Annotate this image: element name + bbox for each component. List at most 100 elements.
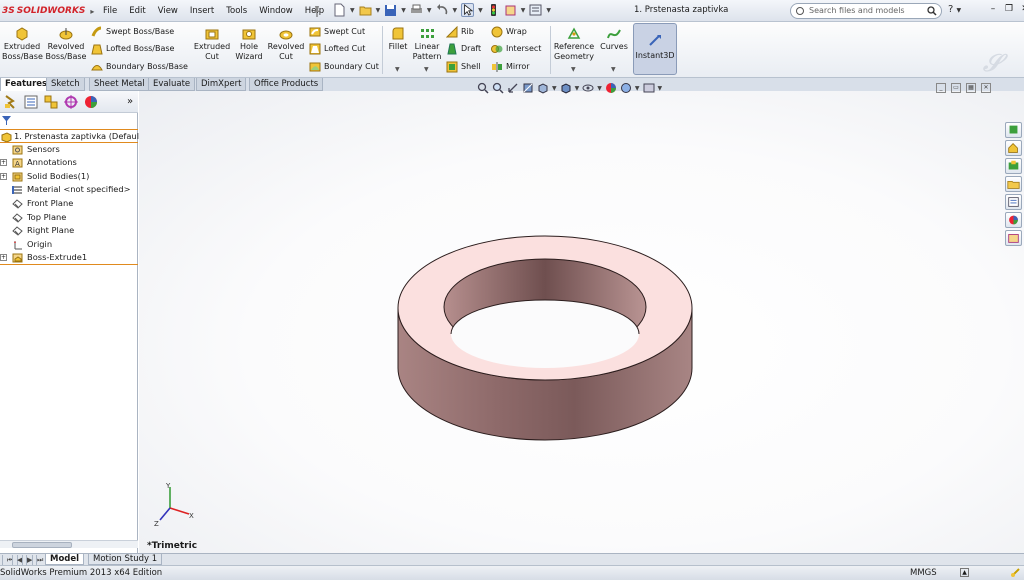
menu-view[interactable]: View [152,0,184,22]
swept-boss-button[interactable]: Swept Boss/Base [91,24,174,39]
tree-filter[interactable] [0,115,138,127]
menu-window[interactable]: Window [253,0,299,22]
viewport-close-icon[interactable]: ✕ [981,83,991,93]
restore-icon[interactable]: ❐ [1004,3,1014,15]
hole-wizard-button[interactable]: Hole Wizard [233,24,265,61]
tab-model[interactable]: Model [45,554,85,565]
units-arrow-icon[interactable]: ▲ [960,568,969,577]
menu-insert[interactable]: Insert [184,0,220,22]
menu-tools[interactable]: Tools [220,0,253,22]
new-document-icon[interactable] [333,3,346,17]
chevron-down-icon[interactable]: ▼ [552,85,557,92]
tree-item-right-plane[interactable]: Right Plane [0,224,138,238]
chevron-down-icon[interactable]: ▼ [521,7,526,14]
mirror-button[interactable]: Mirror [491,59,530,74]
print-icon[interactable] [410,3,423,17]
tab-motion-study-1[interactable]: Motion Study 1 [88,554,163,565]
menu-edit[interactable]: Edit [123,0,151,22]
chevron-down-icon[interactable]: ▼ [350,7,355,14]
property-manager-tab-icon[interactable] [23,94,39,110]
ring-model[interactable] [395,220,695,445]
logo-arrow-icon[interactable]: ▸ [90,7,94,16]
display-style-icon[interactable] [560,82,572,94]
viewport-minimize-icon[interactable]: _ [936,83,946,93]
extruded-cut-button[interactable]: Extruded Cut [192,24,232,61]
chevron-down-icon[interactable]: ▼ [401,7,406,14]
solidworks-logo[interactable]: 3S SOLIDWORKS ▸ [2,4,94,18]
options-icon[interactable] [529,3,542,17]
chevron-down-icon[interactable]: ▼ [424,66,429,73]
chevron-down-icon[interactable]: ▼ [635,85,640,92]
chevron-down-icon[interactable]: ▼ [611,66,616,73]
previous-view-icon[interactable] [507,82,519,94]
apply-scene-icon[interactable] [620,82,632,94]
swept-cut-button[interactable]: Swept Cut [309,24,365,39]
chevron-down-icon[interactable]: ▼ [478,7,483,14]
tree-item-front-plane[interactable]: Front Plane [0,197,138,211]
linear-pattern-button[interactable]: Linear Pattern [410,24,444,61]
instant3d-button[interactable]: Instant3D [633,23,677,75]
units-button[interactable]: MMGS [910,566,937,580]
dimxpert-manager-tab-icon[interactable] [63,94,79,110]
hide-show-items-icon[interactable] [582,82,594,94]
wrap-button[interactable]: Wrap [491,24,527,39]
chevron-down-icon[interactable]: ▼ [571,66,576,73]
curves-button[interactable]: Curves [598,24,630,52]
tree-root[interactable]: 1. Prstenasta zaptivka (Default< [0,129,149,143]
expand-icon[interactable]: + [0,254,7,262]
extruded-boss-button[interactable]: Extruded Boss/Base [2,24,43,61]
zoom-to-fit-icon[interactable] [477,82,489,94]
viewport-restore-icon[interactable]: ▭ [951,83,961,93]
chevron-down-icon[interactable]: ▼ [395,66,400,73]
rebuild-icon[interactable] [487,3,500,17]
draft-button[interactable]: Draft [446,41,481,56]
close-icon[interactable]: ✕ [1020,3,1024,15]
view-settings-icon[interactable] [643,82,655,94]
display-manager-tab-icon[interactable] [83,94,99,110]
view-palette-icon[interactable] [1005,194,1022,210]
tab-evaluate[interactable]: Evaluate [148,78,196,91]
revolved-cut-button[interactable]: Revolved Cut [267,24,305,61]
folder-icon[interactable] [1005,176,1022,192]
expand-icon[interactable]: + [0,159,7,167]
scrollbar-thumb[interactable] [12,542,72,548]
pin-icon[interactable] [312,5,322,17]
search-go-icon[interactable] [927,6,937,16]
tree-item-solid-bodies-1[interactable]: + Solid Bodies(1) [0,170,138,184]
save-icon[interactable] [384,3,397,17]
tree-item-annotations[interactable]: + A Annotations [0,156,138,170]
reference-geometry-button[interactable]: Reference Geometry [553,24,595,61]
chevron-down-icon[interactable]: ▼ [376,7,381,14]
chevron-down-icon[interactable]: ▼ [658,85,663,92]
view-orientation-icon[interactable] [537,82,549,94]
tab-features[interactable]: Features [0,78,53,91]
zoom-to-area-icon[interactable] [492,82,504,94]
section-view-icon[interactable] [522,82,534,94]
feature-manager-tab-icon[interactable] [3,94,19,110]
rebuild-status-icon[interactable] [1010,567,1021,578]
custom-properties-icon[interactable] [1005,230,1022,246]
design-library-icon[interactable] [1005,140,1022,156]
intersect-button[interactable]: Intersect [491,41,541,56]
search-input[interactable]: Search files and models [790,3,942,19]
tab-office-products[interactable]: Office Products [249,78,324,91]
chevron-down-icon[interactable]: ▼ [427,7,432,14]
tree-item-top-plane[interactable]: Top Plane [0,211,138,225]
appearances-icon[interactable] [1005,212,1022,228]
tab-dimxpert[interactable]: DimXpert [196,78,247,91]
revolved-boss-button[interactable]: Revolved Boss/Base [45,24,87,61]
boundary-cut-button[interactable]: Boundary Cut [309,59,379,74]
rib-button[interactable]: Rib [446,24,474,39]
configuration-manager-tab-icon[interactable] [43,94,59,110]
tab-sketch[interactable]: Sketch [46,78,85,91]
expand-icon[interactable]: + [0,172,7,180]
undo-icon[interactable] [436,3,449,17]
file-properties-icon[interactable] [504,3,517,17]
chevron-down-icon[interactable]: ▼ [575,85,580,92]
help-button[interactable]: ? ▼ [948,4,961,15]
tab-sheet-metal[interactable]: Sheet Metal [89,78,150,91]
chevron-down-icon[interactable]: ▼ [546,7,551,14]
tree-item-origin[interactable]: Origin [0,238,138,252]
open-folder-icon[interactable] [359,3,372,17]
lofted-cut-button[interactable]: Lofted Cut [309,41,365,56]
